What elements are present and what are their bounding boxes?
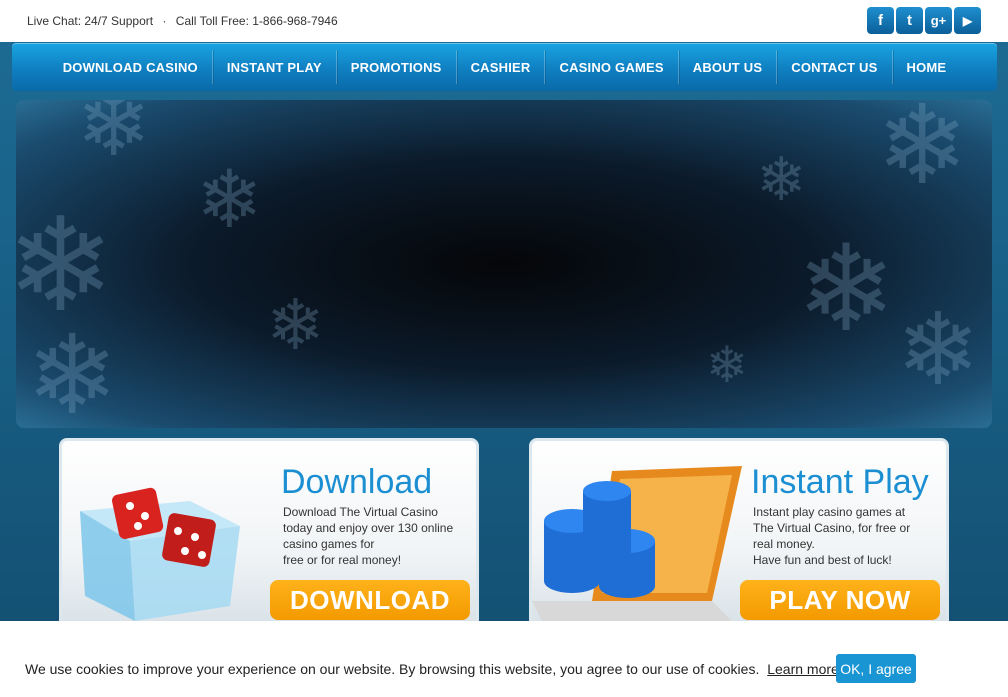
google-plus-icon[interactable]: g+ <box>925 7 952 34</box>
play-now-button[interactable]: PLAY NOW <box>740 580 940 620</box>
snowflake-icon: ❄ <box>896 291 980 408</box>
contact-info: Live Chat: 24/7 Support · Call Toll Free… <box>27 14 338 28</box>
instant-play-panel: Instant Play Instant play casino games a… <box>529 438 949 628</box>
nav-instant-play[interactable]: INSTANT PLAY <box>213 50 336 84</box>
download-button[interactable]: DOWNLOAD <box>270 580 470 620</box>
facebook-icon[interactable]: f <box>867 7 894 34</box>
nav-promotions[interactable]: PROMOTIONS <box>337 50 456 84</box>
laptop-chips-image <box>532 466 742 621</box>
snowflake-icon: ❄ <box>706 336 748 394</box>
dice-ice-cube-image <box>80 487 240 621</box>
instant-line: Instant play casino games at <box>753 505 906 519</box>
top-bar: Live Chat: 24/7 Support · Call Toll Free… <box>0 0 1008 42</box>
twitter-icon[interactable]: t <box>896 7 923 34</box>
nav-casino-games[interactable]: CASINO GAMES <box>545 50 677 84</box>
learn-more-link[interactable]: Learn more. <box>767 661 842 677</box>
hero-banner[interactable]: ❄ ❄ ❄ ❄ ❄ ❄ ❄ ❄ ❄ ❄ <box>16 100 992 428</box>
nav-cashier[interactable]: CASHIER <box>457 50 545 84</box>
instant-line: Have fun and best of luck! <box>753 553 892 567</box>
snowflake-icon: ❄ <box>26 311 119 428</box>
download-line: today and enjoy over 130 online <box>283 521 454 535</box>
snowflake-icon: ❄ <box>876 100 969 209</box>
main-nav: DOWNLOAD CASINO INSTANT PLAY PROMOTIONS … <box>12 43 997 91</box>
download-line: free or for real money! <box>283 553 402 567</box>
instant-play-description: Instant play casino games at The Virtual… <box>753 504 910 568</box>
nav-about-us[interactable]: ABOUT US <box>679 50 777 84</box>
cookie-message: We use cookies to improve your experienc… <box>25 661 843 677</box>
instant-line: The Virtual Casino, for free or <box>753 521 911 535</box>
download-line: Download The Virtual Casino <box>283 505 438 519</box>
cookie-text: We use cookies to improve your experienc… <box>25 661 760 677</box>
snowflake-icon: ❄ <box>756 145 807 215</box>
download-line: casino games for <box>283 537 375 551</box>
social-links: f t g+ ▶ <box>867 7 981 34</box>
live-chat-link[interactable]: Live Chat: 24/7 Support <box>27 14 153 28</box>
download-panel: Download Download The Virtual Casino tod… <box>59 438 479 628</box>
download-title: Download <box>281 463 433 501</box>
youtube-icon[interactable]: ▶ <box>954 7 981 34</box>
download-description: Download The Virtual Casino today and en… <box>283 504 453 568</box>
toll-free-number[interactable]: Call Toll Free: 1-866-968-7946 <box>176 14 338 28</box>
snowflake-icon: ❄ <box>76 100 152 177</box>
contact-separator: · <box>162 14 167 28</box>
instant-play-title: Instant Play <box>751 463 929 501</box>
nav-download-casino[interactable]: DOWNLOAD CASINO <box>49 50 212 84</box>
nav-home[interactable]: HOME <box>893 50 961 84</box>
cookie-consent-bar: We use cookies to improve your experienc… <box>0 621 1008 697</box>
nav-contact-us[interactable]: CONTACT US <box>777 50 891 84</box>
snowflake-icon: ❄ <box>266 284 325 366</box>
snowflake-icon: ❄ <box>796 220 897 359</box>
snowflake-icon: ❄ <box>196 153 264 246</box>
instant-line: real money. <box>753 537 815 551</box>
cookie-agree-button[interactable]: OK, I agree <box>836 654 916 683</box>
